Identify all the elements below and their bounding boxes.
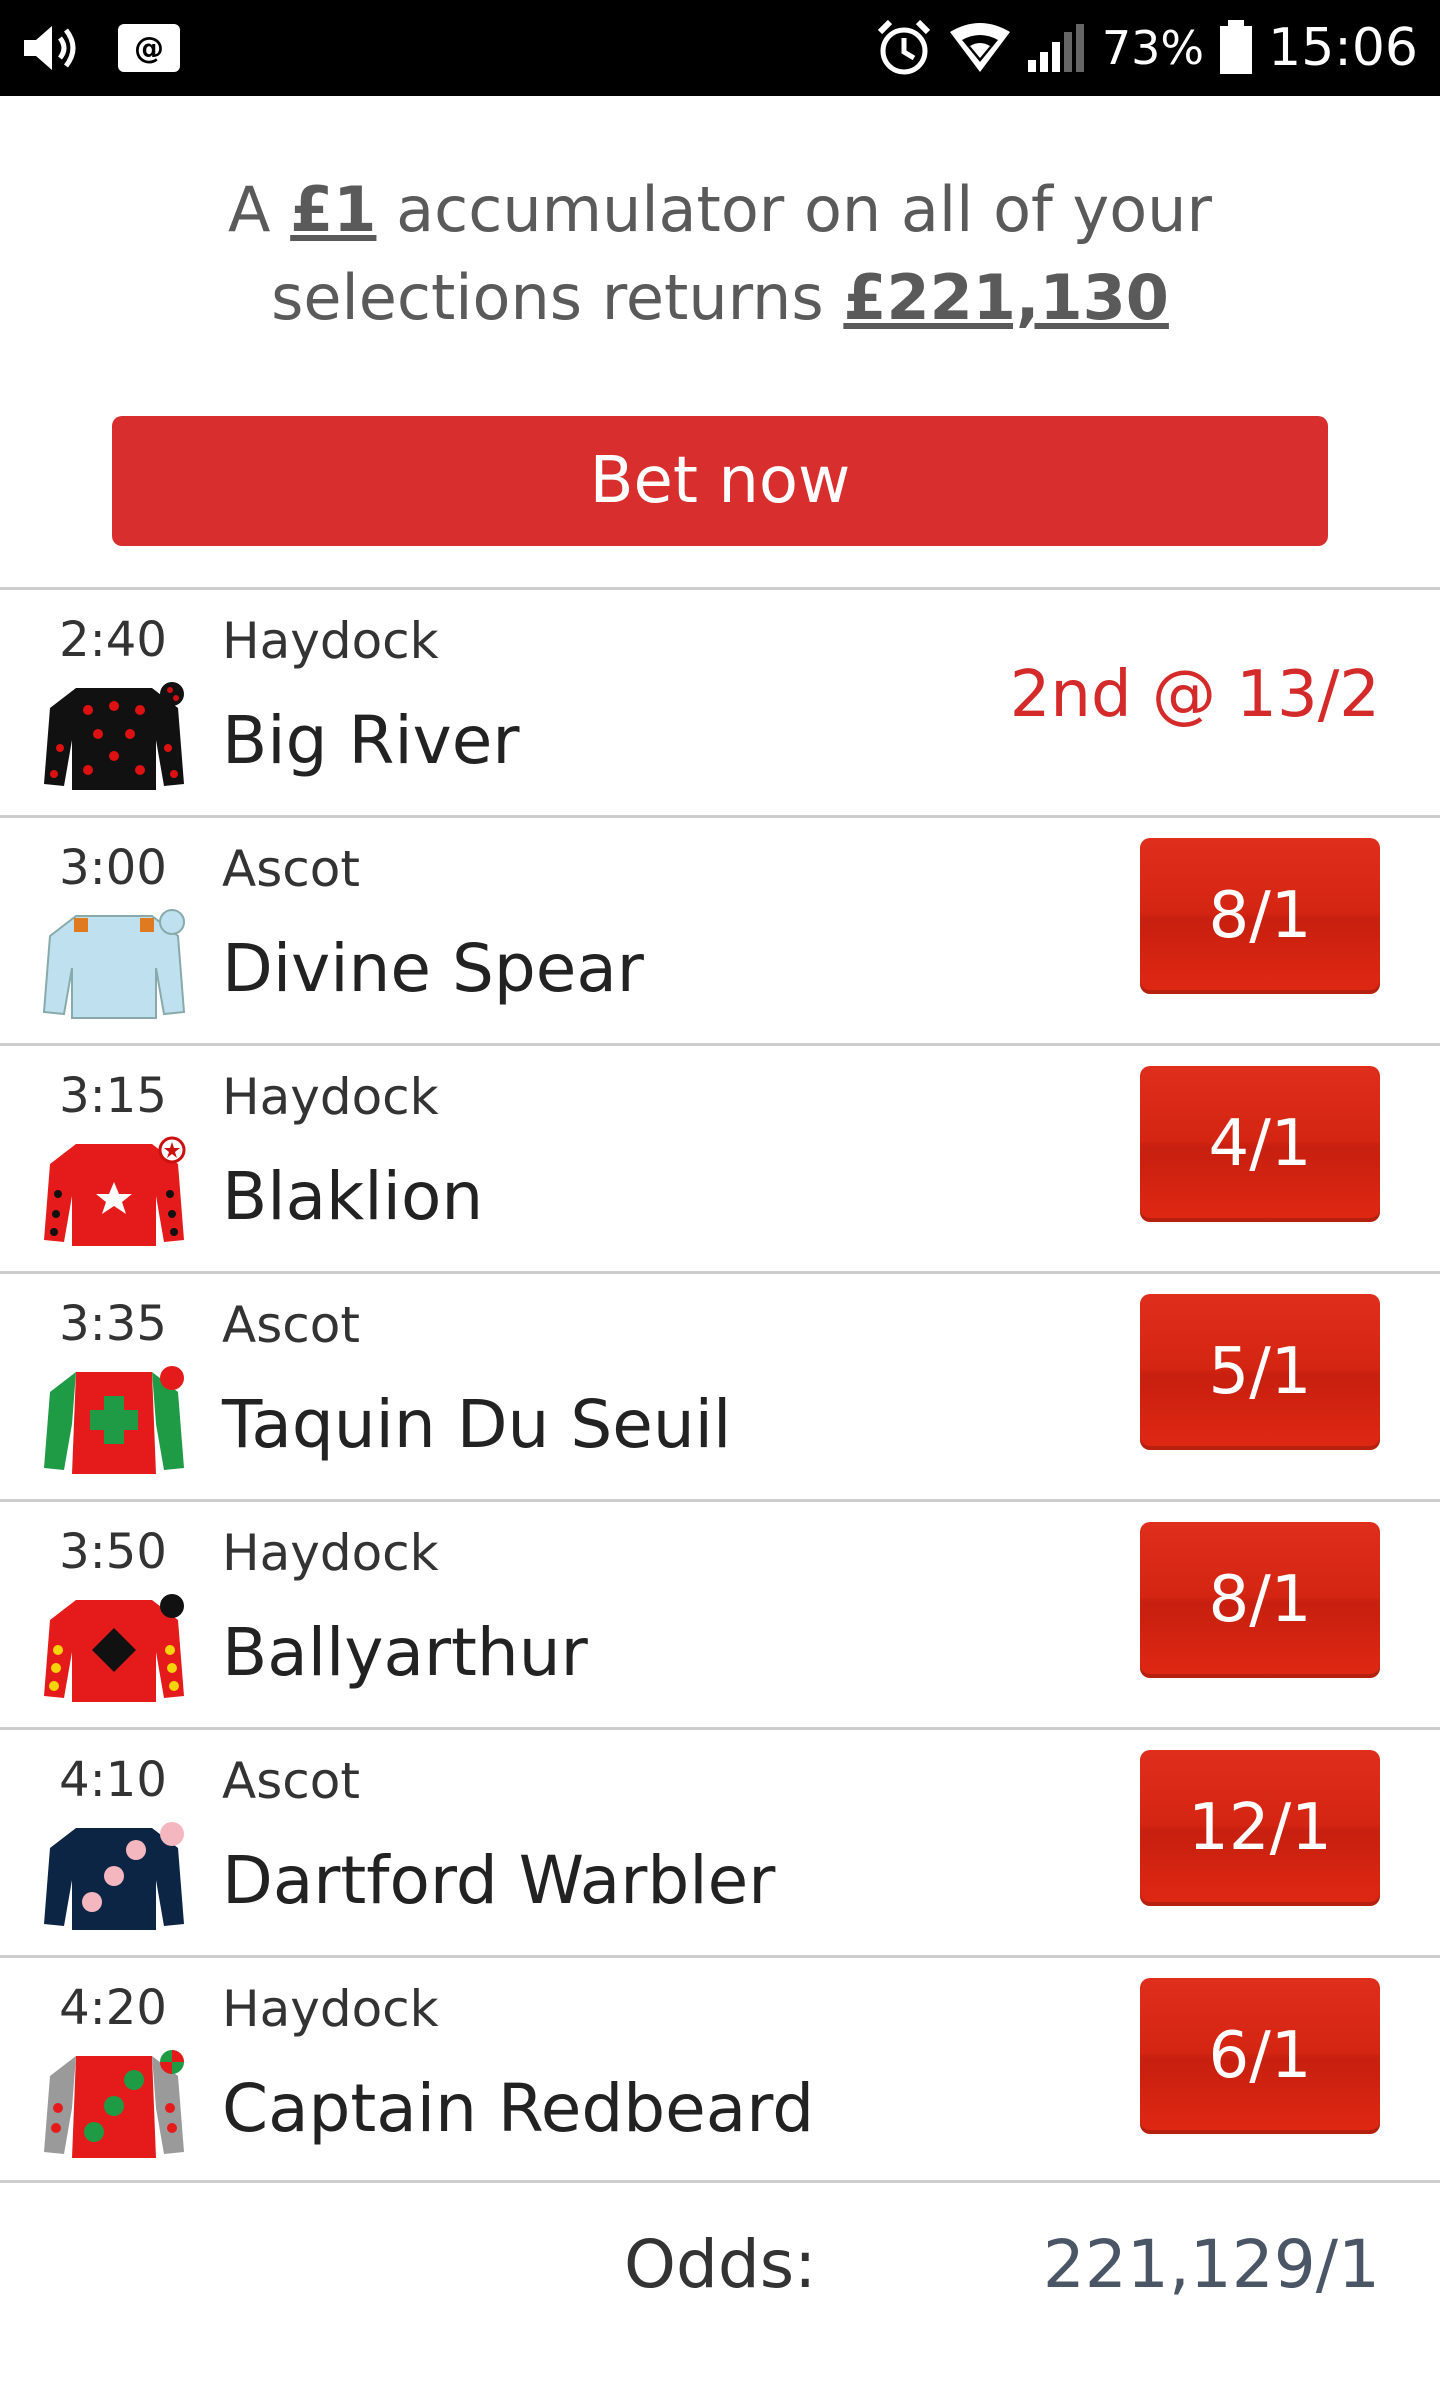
returns-amount: £221,130 [843,261,1169,334]
selection-row: 3:50 Haydock Ballyarthur 8/1 [0,1499,1440,1727]
odds-button[interactable]: 4/1 [1140,1066,1380,1222]
jockey-silk-icon [42,909,186,1019]
jockey-silk-icon [44,1594,184,1702]
accumulator-promo: A £1 accumulator on all of your selectio… [0,96,1440,396]
race-time: 2:40 [59,612,167,668]
horse-name: Dartford Warbler [222,1842,776,1919]
jockey-silk-icon [44,1136,186,1246]
odds-button[interactable]: 8/1 [1140,838,1380,994]
signal-icon [1026,22,1088,74]
total-odds: Odds: 221,129/1 [0,2190,1440,2350]
promo-text-part: A [228,173,291,246]
selection-row: 4:20 Haydock Captain Redbeard 6/1 [0,1955,1440,2183]
battery-icon [1218,20,1254,76]
selection-row: 4:10 Ascot Dartford Warbler 12/1 [0,1727,1440,1955]
clock: 15:06 [1268,18,1418,78]
race-course: Haydock [222,1980,439,2038]
race-time: 4:20 [59,1980,167,2036]
jockey-silk-icon [44,1822,184,1930]
odds-button[interactable]: 8/1 [1140,1522,1380,1678]
race-time: 3:15 [59,1068,167,1124]
odds-button[interactable]: 5/1 [1140,1294,1380,1450]
horse-name: Ballyarthur [222,1614,588,1691]
horse-name: Big River [222,702,520,779]
selection-row: 3:35 Ascot Taquin Du Seuil 5/1 [0,1271,1440,1499]
jockey-silk-icon [44,2050,184,2158]
at-notification-icon: @ [118,24,180,72]
race-course: Haydock [222,1524,439,1582]
selection-row: 3:00 Ascot Divine Spear 8/1 [0,815,1440,1043]
race-course: Haydock [222,612,439,670]
total-odds-value: 221,129/1 [1042,2226,1380,2303]
race-course: Haydock [222,1068,439,1126]
race-time: 3:50 [59,1524,167,1580]
battery-percentage: 73% [1101,21,1205,75]
wifi-icon [948,22,1012,74]
horse-name: Blaklion [222,1158,484,1235]
volume-icon [22,22,78,74]
race-time: 4:10 [59,1752,167,1808]
horse-name: Captain Redbeard [222,2070,815,2147]
race-course: Ascot [222,840,360,898]
horse-name: Taquin Du Seuil [222,1386,732,1463]
horse-name: Divine Spear [222,930,644,1007]
status-bar: @ 73% 15:06 [0,0,1440,96]
bet-now-button[interactable]: Bet now [112,416,1328,546]
race-course: Ascot [222,1752,360,1810]
stake-amount: £1 [290,173,377,246]
race-time: 3:00 [59,840,167,896]
odds-button[interactable]: 6/1 [1140,1978,1380,2134]
race-result: 2nd @ 13/2 [1009,658,1380,732]
race-course: Ascot [222,1296,360,1354]
odds-button[interactable]: 12/1 [1140,1750,1380,1906]
jockey-silk-icon [44,682,184,790]
race-time: 3:35 [59,1296,167,1352]
alarm-icon [874,18,934,78]
total-odds-label: Odds: [624,2226,817,2303]
jockey-silk-icon [44,1366,184,1474]
selections-list: 2:40 Haydock Big River 2nd @ 13/2 3:00 A… [0,587,1440,2183]
selection-row: 3:15 Haydock Blaklion 4/1 [0,1043,1440,1271]
promo-text: A £1 accumulator on all of your selectio… [160,166,1280,342]
selection-row: 2:40 Haydock Big River 2nd @ 13/2 [0,587,1440,815]
